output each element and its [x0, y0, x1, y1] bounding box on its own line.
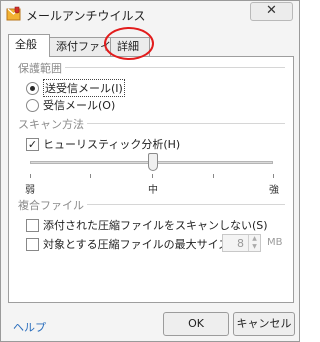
max-archive-size-stepper[interactable]: 8 ▲ ▼ [222, 234, 261, 252]
skip-archives-option[interactable]: 添付された圧縮ファイルをスキャンしない(S) [26, 217, 268, 233]
general-tab-panel: 保護範囲 送受信メール(I) 受信メール(O) スキャン方法 ✓ ヒューリスティ… [8, 56, 294, 303]
radio-receive-only[interactable]: 受信メール(O) [26, 97, 115, 113]
slider-tick [273, 174, 274, 178]
tab-attachments[interactable]: 添付ファイル [49, 37, 111, 56]
stepper-arrows[interactable]: ▲ ▼ [248, 235, 260, 251]
slider-tick [90, 174, 91, 178]
heuristic-analysis-label: ヒューリスティック分析(H) [43, 138, 181, 151]
slider-tick [213, 174, 214, 178]
compressed-files-heading: 複合ファイル [18, 197, 87, 213]
help-link[interactable]: ヘルプ [13, 319, 46, 335]
slider-tick [30, 174, 31, 178]
skip-archives-checkbox[interactable] [26, 218, 39, 232]
max-archive-size-value: 8 [237, 237, 244, 250]
skip-archives-label: 添付された圧縮ファイルをスキャンしない(S) [43, 219, 268, 232]
dialog-window: メールアンチウイルス ✕ 全般 添付ファイル 詳細 保護範囲 送受信メール(I)… [0, 0, 300, 342]
title-bar[interactable]: メールアンチウイルス ✕ [1, 1, 299, 27]
radio-receive-only-label: 受信メール(O) [43, 99, 116, 112]
scan-method-heading: スキャン方法 [18, 116, 87, 132]
tab-advanced[interactable]: 詳細 [110, 37, 150, 56]
tab-general[interactable]: 全般 [8, 34, 50, 57]
max-archive-size-checkbox[interactable] [26, 237, 39, 251]
radio-send-receive[interactable]: 送受信メール(I) [26, 79, 125, 97]
window-title: メールアンチウイルス [26, 9, 146, 23]
slider-label-strong: 強 [269, 185, 279, 196]
slider-label-weak: 弱 [25, 185, 35, 196]
close-icon: ✕ [266, 3, 277, 18]
slider-tick [152, 174, 153, 178]
stepper-up-icon[interactable]: ▲ [249, 235, 260, 243]
protection-scope-heading: 保護範囲 [18, 60, 65, 76]
ok-button[interactable]: OK [163, 312, 229, 336]
close-button[interactable]: ✕ [250, 2, 293, 21]
cancel-button[interactable]: キャンセル [233, 312, 295, 336]
heuristic-checkbox[interactable]: ✓ [26, 137, 39, 151]
heuristic-analysis-option[interactable]: ✓ ヒューリスティック分析(H) [26, 136, 180, 152]
max-archive-size-unit: MB [267, 237, 283, 248]
heuristic-level-slider-thumb[interactable] [148, 153, 158, 171]
slider-label-medium: 中 [148, 185, 158, 196]
radio-button-selected[interactable] [26, 81, 39, 95]
stepper-down-icon[interactable]: ▼ [249, 243, 260, 251]
shield-app-icon [6, 6, 21, 21]
radio-send-receive-label: 送受信メール(I) [43, 79, 125, 97]
radio-button[interactable] [26, 98, 39, 112]
checkmark-icon: ✓ [27, 137, 38, 151]
